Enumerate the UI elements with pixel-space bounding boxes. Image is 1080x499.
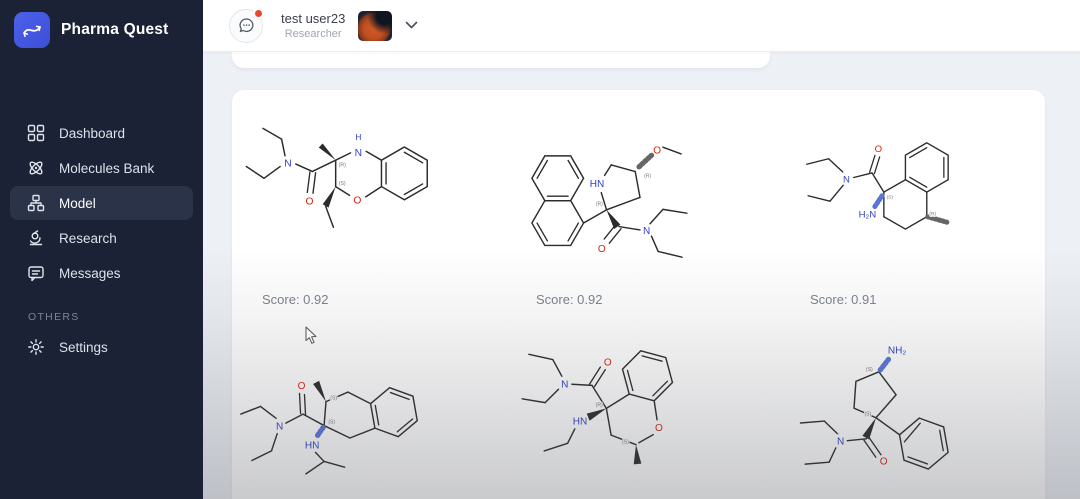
atom-label: O: [298, 381, 306, 392]
atom-label: N: [276, 421, 283, 432]
atom-label: O: [875, 144, 882, 155]
atom-label: N: [284, 159, 291, 170]
atom-label: O: [604, 357, 612, 368]
molecule-tile-6[interactable]: NH₂ N O (S) (S): [788, 332, 1008, 497]
user-avatar[interactable]: [358, 10, 393, 41]
stereo-label: (S): [339, 181, 346, 187]
user-block: test user23 Researcher: [281, 11, 345, 41]
sidebar-item-label: Messages: [59, 265, 121, 281]
atom-label: O: [655, 423, 663, 434]
stereo-label: (S): [622, 439, 629, 445]
chevron-down-icon: [405, 21, 418, 29]
atom-label: O: [353, 196, 361, 207]
sidebar-item-label: Model: [59, 195, 96, 211]
molecule-score-2: Score: 0.92: [536, 292, 603, 307]
sidebar-item-label: Molecules Bank: [59, 160, 155, 176]
atom-label: H: [355, 132, 361, 142]
brand[interactable]: Pharma Quest: [0, 0, 203, 60]
microscope-icon: [29, 230, 43, 246]
sidebar-nav: Dashboard Molecules Bank Model Research …: [0, 116, 203, 364]
model-hierarchy-icon: [27, 194, 45, 212]
user-name: test user23: [281, 10, 346, 26]
chat-bubble-icon: [238, 18, 253, 33]
molecule-structure-6: NH₂ N O (S) (S): [799, 344, 949, 470]
stereo-label: (R): [339, 163, 346, 169]
molecule-tile-1[interactable]: H N O O N (R) (S): [240, 112, 465, 275]
atom-label: H₂N: [859, 210, 877, 221]
atom-label: NH₂: [888, 346, 906, 357]
stereo-label: (S): [887, 194, 894, 200]
molecule-tile-2[interactable]: HN O O N (R) (R): [508, 118, 728, 278]
app-window: Pharma Quest Dashboard Molecules Bank Mo…: [0, 0, 1080, 499]
sidebar-item-label: Settings: [59, 339, 108, 355]
main-area: test user23 Researcher H N O O N (R) (S)…: [203, 0, 1080, 499]
dashboard-icon: [27, 124, 45, 142]
stereo-label: (S): [865, 411, 872, 417]
atom-label: N: [837, 437, 844, 448]
molecule-score-3: Score: 0.91: [810, 292, 877, 307]
atom-label: N: [843, 175, 850, 186]
molecule-structure-5: O N HN O (R) (S): [521, 350, 674, 465]
sidebar-item-settings[interactable]: Settings: [10, 330, 193, 364]
sidebar-item-messages[interactable]: Messages: [10, 256, 193, 290]
sidebar-item-molecules-bank[interactable]: Molecules Bank: [10, 151, 193, 185]
atom-label: O: [653, 145, 661, 156]
stereo-label: (R): [644, 173, 651, 179]
notification-dot: [253, 7, 264, 19]
messages-icon: [28, 266, 44, 282]
atom-label: HN: [590, 179, 605, 190]
stereo-label: (S): [328, 420, 335, 426]
stereo-label: (S): [330, 396, 337, 402]
sidebar: Pharma Quest Dashboard Molecules Bank Mo…: [0, 0, 203, 499]
stereo-label: (R): [929, 211, 936, 217]
atom-label: O: [598, 244, 606, 255]
sidebar-item-label: Dashboard: [59, 125, 126, 141]
atom-label: N: [355, 148, 362, 159]
user-menu-toggle[interactable]: [405, 21, 418, 30]
atom-label: O: [880, 457, 888, 468]
molecule-structure-3: O N H₂N (S) (R): [806, 141, 950, 230]
atom-icon: [29, 161, 43, 175]
atom-label: HN: [573, 417, 588, 428]
stereo-label: (S): [866, 367, 873, 373]
atom-label: HN: [305, 441, 320, 452]
content: H N O O N (R) (S) HN O O N (R) (R) O N H…: [203, 52, 1080, 499]
molecule-score-1: Score: 0.92: [262, 292, 329, 307]
sidebar-item-research[interactable]: Research: [10, 221, 193, 255]
results-card: H N O O N (R) (S) HN O O N (R) (R) O N H…: [232, 90, 1045, 499]
atom-label: N: [643, 226, 650, 237]
sidebar-item-model[interactable]: Model: [10, 186, 193, 220]
chat-button[interactable]: [229, 7, 264, 43]
molecule-structure-2: HN O O N (R) (R): [531, 144, 688, 258]
stereo-label: (R): [596, 202, 603, 208]
sidebar-item-label: Research: [59, 230, 117, 246]
user-role: Researcher: [284, 27, 342, 40]
gear-icon: [28, 339, 44, 355]
previous-card-edge: [232, 52, 770, 68]
brand-name: Pharma Quest: [61, 21, 169, 38]
molecule-tile-3[interactable]: O N H₂N (S) (R): [788, 118, 998, 273]
brand-logo-icon: [14, 12, 50, 48]
stereo-label: (R): [596, 402, 603, 408]
sidebar-item-dashboard[interactable]: Dashboard: [10, 116, 193, 150]
molecule-structure-1: H N O O N (R) (S): [245, 127, 428, 228]
atom-label: N: [561, 379, 568, 390]
molecule-tile-4[interactable]: O N HN (S) (S): [238, 336, 458, 499]
atom-label: O: [305, 197, 313, 208]
molecule-tile-5[interactable]: O N HN O (R) (S): [504, 336, 724, 499]
molecule-structure-4: O N HN (S) (S): [240, 380, 419, 475]
top-header: test user23 Researcher: [203, 0, 1080, 52]
sidebar-section-others: OTHERS: [28, 311, 80, 323]
